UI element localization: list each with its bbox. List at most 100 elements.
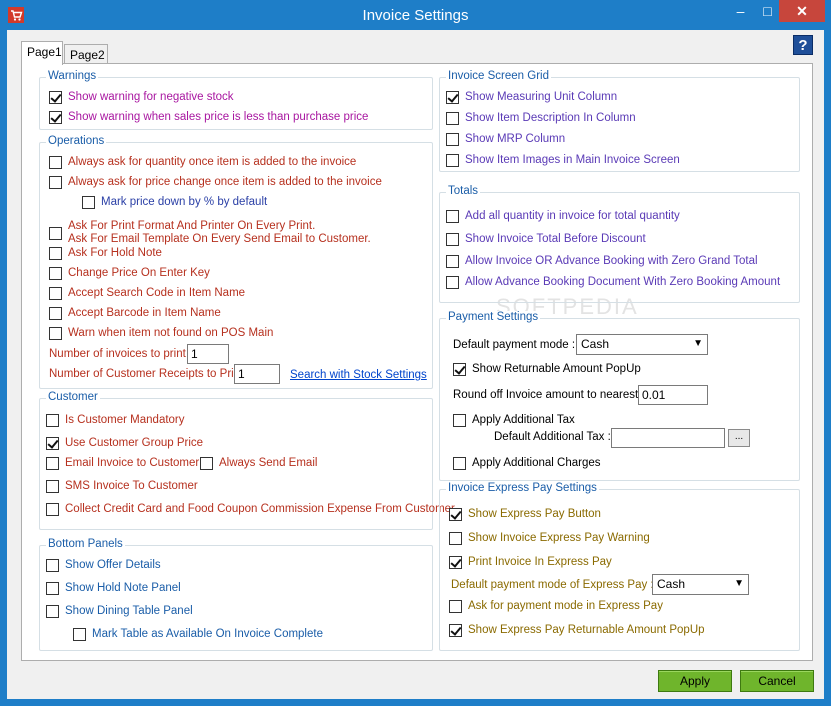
tab-panel-page1: SOFTPEDIA Warnings Show warning for nega… bbox=[21, 63, 813, 661]
checkbox[interactable] bbox=[449, 623, 462, 637]
bp-dining-table-panel[interactable]: Show Dining Table Panel bbox=[46, 603, 193, 619]
totals-title: Totals bbox=[446, 185, 481, 197]
bp-mark-table-available[interactable]: Mark Table as Available On Invoice Compl… bbox=[73, 626, 323, 642]
browse-tax-button[interactable]: ... bbox=[728, 429, 750, 447]
grid-measuring-unit[interactable]: Show Measuring Unit Column bbox=[446, 89, 617, 105]
checkbox[interactable] bbox=[449, 531, 462, 545]
totals-zero-grand-total[interactable]: Allow Invoice OR Advance Booking with Ze… bbox=[446, 253, 758, 269]
checkbox[interactable] bbox=[46, 436, 59, 450]
checkbox[interactable] bbox=[200, 456, 213, 470]
express-returnable-popup[interactable]: Show Express Pay Returnable Amount PopUp bbox=[449, 622, 705, 638]
checkbox[interactable] bbox=[49, 90, 62, 104]
checkbox[interactable] bbox=[49, 226, 62, 240]
checkbox[interactable] bbox=[82, 195, 95, 209]
express-show-button[interactable]: Show Express Pay Button bbox=[449, 506, 601, 522]
help-button[interactable]: ? bbox=[793, 35, 813, 55]
cust-sms-invoice[interactable]: SMS Invoice To Customer bbox=[46, 478, 198, 494]
checkbox[interactable] bbox=[49, 110, 62, 124]
checkbox[interactable] bbox=[46, 456, 59, 470]
checkbox[interactable] bbox=[446, 232, 459, 246]
checkbox[interactable] bbox=[46, 479, 59, 493]
op-mark-price-down[interactable]: Mark price down by % by default bbox=[82, 194, 267, 210]
op-barcode[interactable]: Accept Barcode in Item Name bbox=[49, 305, 221, 321]
totals-before-discount[interactable]: Show Invoice Total Before Discount bbox=[446, 231, 646, 247]
invoices-to-print-label: Number of invoices to print : bbox=[49, 348, 193, 360]
op-change-price-enter[interactable]: Change Price On Enter Key bbox=[49, 265, 210, 281]
checkbox[interactable] bbox=[49, 155, 62, 169]
checkbox[interactable] bbox=[46, 604, 59, 618]
checkbox[interactable] bbox=[49, 306, 62, 320]
checkbox[interactable] bbox=[49, 286, 62, 300]
receipts-to-print-input[interactable]: 1 bbox=[234, 364, 280, 384]
checkbox[interactable] bbox=[446, 254, 459, 268]
checkbox[interactable] bbox=[453, 413, 466, 427]
totals-add-quantity[interactable]: Add all quantity in invoice for total qu… bbox=[446, 208, 680, 224]
checkbox[interactable] bbox=[446, 153, 459, 167]
pay-returnable-popup[interactable]: Show Returnable Amount PopUp bbox=[453, 361, 641, 377]
bottom-panels-group: Bottom Panels Show Offer Details Show Ho… bbox=[39, 538, 433, 651]
op-ask-price[interactable]: Always ask for price change once item is… bbox=[49, 174, 382, 190]
express-print-invoice[interactable]: Print Invoice In Express Pay bbox=[449, 554, 612, 570]
maximize-button[interactable]: □ bbox=[754, 0, 781, 22]
express-show-warning[interactable]: Show Invoice Express Pay Warning bbox=[449, 530, 650, 546]
checkbox[interactable] bbox=[449, 507, 462, 521]
checkbox[interactable] bbox=[453, 456, 466, 470]
checkbox[interactable] bbox=[49, 246, 62, 260]
op-warn-not-found[interactable]: Warn when item not found on POS Main bbox=[49, 325, 273, 341]
pay-additional-charges[interactable]: Apply Additional Charges bbox=[453, 455, 601, 471]
checkbox[interactable] bbox=[49, 326, 62, 340]
op-ask-hold-note[interactable]: Ask For Hold Note bbox=[49, 245, 162, 261]
checkbox[interactable] bbox=[49, 266, 62, 280]
bp-hold-note-panel[interactable]: Show Hold Note Panel bbox=[46, 580, 181, 596]
op-ask-print-format[interactable]: Ask For Print Format And Printer On Ever… bbox=[49, 219, 371, 247]
checkbox[interactable] bbox=[49, 175, 62, 189]
cust-email-invoice[interactable]: Email Invoice to Customer bbox=[46, 455, 199, 471]
cust-always-send-email[interactable]: Always Send Email bbox=[200, 455, 317, 471]
warn-negative-stock[interactable]: Show warning for negative stock bbox=[49, 89, 234, 105]
checkbox[interactable] bbox=[449, 599, 462, 613]
minimize-button[interactable]: – bbox=[727, 0, 754, 22]
bottom-panels-title: Bottom Panels bbox=[46, 538, 125, 550]
checkbox[interactable] bbox=[46, 558, 59, 572]
title-bar: Invoice Settings – □ ✕ bbox=[0, 0, 831, 30]
grid-mrp-column[interactable]: Show MRP Column bbox=[446, 131, 565, 147]
cancel-button[interactable]: Cancel bbox=[740, 670, 814, 692]
checkbox[interactable] bbox=[46, 413, 59, 427]
checkbox[interactable] bbox=[446, 90, 459, 104]
checkbox[interactable] bbox=[446, 209, 459, 223]
grid-item-description[interactable]: Show Item Description In Column bbox=[446, 110, 636, 126]
search-stock-settings-link[interactable]: Search with Stock Settings bbox=[290, 369, 427, 381]
chevron-down-icon: ▼ bbox=[693, 338, 703, 349]
cust-mandatory[interactable]: Is Customer Mandatory bbox=[46, 412, 185, 428]
roundoff-input[interactable]: 0.01 bbox=[638, 385, 708, 405]
totals-group: Totals Add all quantity in invoice for t… bbox=[439, 185, 800, 303]
tab-page1[interactable]: Page1 bbox=[21, 41, 63, 65]
checkbox[interactable] bbox=[453, 362, 466, 376]
warn-sales-price[interactable]: Show warning when sales price is less th… bbox=[49, 109, 368, 125]
grid-item-images[interactable]: Show Item Images in Main Invoice Screen bbox=[446, 152, 680, 168]
express-default-mode-label: Default payment mode of Express Pay : bbox=[451, 579, 654, 591]
default-additional-tax-input[interactable] bbox=[611, 428, 725, 448]
op-ask-quantity[interactable]: Always ask for quantity once item is add… bbox=[49, 154, 356, 170]
window-title: Invoice Settings bbox=[362, 7, 469, 24]
checkbox[interactable] bbox=[46, 502, 59, 516]
apply-button[interactable]: Apply bbox=[658, 670, 732, 692]
help-icon: ? bbox=[798, 37, 808, 54]
invoices-to-print-input[interactable]: 1 bbox=[187, 344, 229, 364]
bp-offer-details[interactable]: Show Offer Details bbox=[46, 557, 161, 573]
totals-zero-booking-amount[interactable]: Allow Advance Booking Document With Zero… bbox=[446, 274, 780, 290]
close-button[interactable]: ✕ bbox=[779, 0, 825, 22]
op-search-code[interactable]: Accept Search Code in Item Name bbox=[49, 285, 245, 301]
cust-collect-commission[interactable]: Collect Credit Card and Food Coupon Comm… bbox=[46, 501, 455, 517]
checkbox[interactable] bbox=[446, 132, 459, 146]
checkbox[interactable] bbox=[446, 111, 459, 125]
checkbox[interactable] bbox=[449, 555, 462, 569]
express-default-mode-select[interactable]: Cash ▼ bbox=[652, 574, 749, 595]
cust-group-price[interactable]: Use Customer Group Price bbox=[46, 435, 203, 451]
pay-additional-tax[interactable]: Apply Additional Tax bbox=[453, 412, 575, 428]
express-ask-payment-mode[interactable]: Ask for payment mode in Express Pay bbox=[449, 598, 663, 614]
checkbox[interactable] bbox=[73, 627, 86, 641]
checkbox[interactable] bbox=[446, 275, 459, 289]
checkbox[interactable] bbox=[46, 581, 59, 595]
default-payment-mode-select[interactable]: Cash ▼ bbox=[576, 334, 708, 355]
